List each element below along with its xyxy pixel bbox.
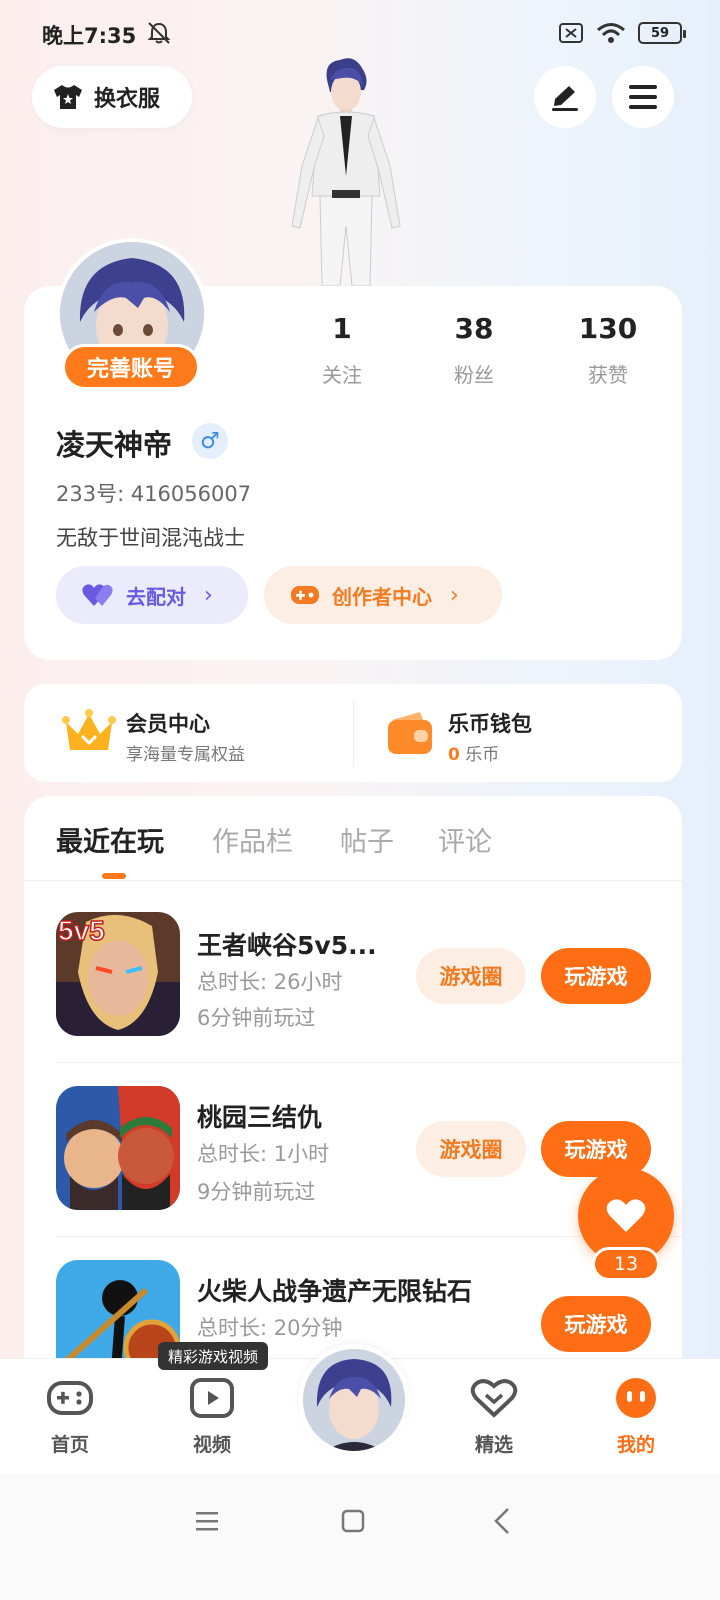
user-id: 233号: 416056007 xyxy=(56,482,252,506)
tab-works[interactable]: 作品栏 xyxy=(212,820,293,859)
nickname: 凌天神帝 xyxy=(56,428,173,462)
play-game-button[interactable]: 玩游戏 xyxy=(541,1296,651,1352)
male-gender-icon: ♂ xyxy=(192,423,228,459)
chevron-right-icon: › xyxy=(204,582,213,608)
stat-likes[interactable]: 130 获赞 xyxy=(548,312,668,388)
nav-video-label: 视频 xyxy=(192,1434,231,1456)
creator-center-button[interactable]: 创作者中心 › xyxy=(264,566,502,624)
creator-center-label: 创作者中心 xyxy=(332,584,432,609)
nav-video[interactable]: 视频 xyxy=(172,1378,252,1457)
recent-apps-icon[interactable] xyxy=(194,1508,220,1534)
game-name: 王者峡谷5v5... xyxy=(197,931,377,960)
battery-level: 59 xyxy=(650,25,670,41)
game-circle-button[interactable]: 游戏圈 xyxy=(416,948,526,1004)
back-arrow-icon[interactable] xyxy=(490,1506,516,1536)
center-avatar-button[interactable] xyxy=(298,1344,410,1456)
wallet-icon xyxy=(388,712,432,754)
controller-plus-icon xyxy=(291,586,319,604)
edit-profile-button[interactable] xyxy=(534,66,596,128)
row-divider xyxy=(56,1062,682,1063)
gamepad-icon xyxy=(47,1381,93,1415)
game-last-played: 9分钟前玩过 xyxy=(197,1180,316,1204)
hamburger-icon xyxy=(629,85,657,109)
tab-comments[interactable]: 评论 xyxy=(438,820,492,859)
game-name: 火柴人战争遗产无限钻石 xyxy=(197,1277,473,1306)
system-nav-bar xyxy=(0,1474,720,1600)
nav-mine-label: 我的 xyxy=(616,1434,655,1456)
member-center-title: 会员中心 xyxy=(126,712,210,736)
stat-fans[interactable]: 38 粉丝 xyxy=(414,312,534,388)
menu-button[interactable] xyxy=(612,66,674,128)
game-duration: 总时长: 1小时 xyxy=(197,1142,330,1166)
battery-indicator: 59 xyxy=(638,22,686,44)
video-tooltip: 精彩游戏视频 xyxy=(158,1342,269,1370)
tab-divider xyxy=(24,880,682,881)
game-icon-taoyuan[interactable] xyxy=(56,1086,180,1210)
like-count-badge: 13 xyxy=(592,1247,660,1281)
play-game-button[interactable]: 玩游戏 xyxy=(541,948,651,1004)
status-icons: 59 xyxy=(558,22,686,44)
chevron-right-icon: › xyxy=(450,582,459,608)
stat-following-value: 1 xyxy=(332,312,352,345)
tab-posts[interactable]: 帖子 xyxy=(340,820,394,859)
nav-featured[interactable]: 精选 xyxy=(454,1378,534,1457)
tab-active-indicator xyxy=(102,873,126,879)
user-bio: 无敌于世间混沌战士 xyxy=(56,526,245,550)
pair-button[interactable]: 去配对 › xyxy=(56,566,248,624)
face-icon xyxy=(616,1378,656,1418)
tab-recent-played[interactable]: 最近在玩 xyxy=(56,820,164,859)
wallet-balance: 0 乐币 xyxy=(448,740,499,765)
stat-following-label: 关注 xyxy=(322,363,362,387)
stat-following[interactable]: 1 关注 xyxy=(282,312,402,388)
stat-likes-value: 130 xyxy=(578,312,638,345)
wallet-amount: 0 xyxy=(448,745,460,765)
game-last-played: 6分钟前玩过 xyxy=(197,1006,316,1030)
avatar-figure[interactable] xyxy=(270,56,420,286)
heart-icon xyxy=(606,1199,646,1232)
game-icon-honor[interactable]: 5v5 xyxy=(56,912,180,1036)
crown-icon xyxy=(62,709,116,750)
nav-mine[interactable]: 我的 xyxy=(596,1378,676,1457)
change-outfit-button[interactable]: 换衣服 xyxy=(32,66,192,128)
video-icon xyxy=(190,1378,234,1418)
mute-bell-icon xyxy=(147,22,171,44)
double-heart-icon xyxy=(82,584,113,606)
center-avatar-portrait xyxy=(303,1349,405,1451)
wifi-icon xyxy=(597,23,625,43)
change-outfit-label: 换衣服 xyxy=(94,87,161,112)
complete-account-button[interactable]: 完善账号 xyxy=(62,344,200,390)
home-square-icon[interactable] xyxy=(340,1508,366,1534)
nav-home[interactable]: 首页 xyxy=(30,1378,110,1457)
pair-label: 去配对 xyxy=(126,584,186,609)
wallet-unit: 乐币 xyxy=(465,745,500,765)
game-duration: 总时长: 26小时 xyxy=(197,970,343,994)
nav-home-label: 首页 xyxy=(50,1434,89,1456)
shirt-icon xyxy=(54,85,82,109)
nav-featured-label: 精选 xyxy=(474,1434,513,1456)
game-name: 桃园三结仇 xyxy=(197,1103,323,1132)
stat-likes-label: 获赞 xyxy=(588,363,628,387)
stat-fans-value: 38 xyxy=(454,312,494,345)
status-time: 晚上7:35 xyxy=(42,24,137,48)
game-duration: 总时长: 20分钟 xyxy=(197,1316,343,1340)
member-center-subtitle: 享海量专属权益 xyxy=(126,745,245,765)
heart-badge-icon xyxy=(470,1379,518,1418)
pen-icon xyxy=(552,86,578,111)
game-icon-badge: 5v5 xyxy=(58,915,105,946)
sim-disabled-icon xyxy=(559,23,583,43)
stat-fans-label: 粉丝 xyxy=(454,363,494,387)
game-art-honor: 5v5 xyxy=(56,912,180,1036)
game-circle-button[interactable]: 游戏圈 xyxy=(416,1121,526,1177)
wallet-title: 乐币钱包 xyxy=(448,712,532,736)
game-art-taoyuan xyxy=(56,1086,180,1210)
